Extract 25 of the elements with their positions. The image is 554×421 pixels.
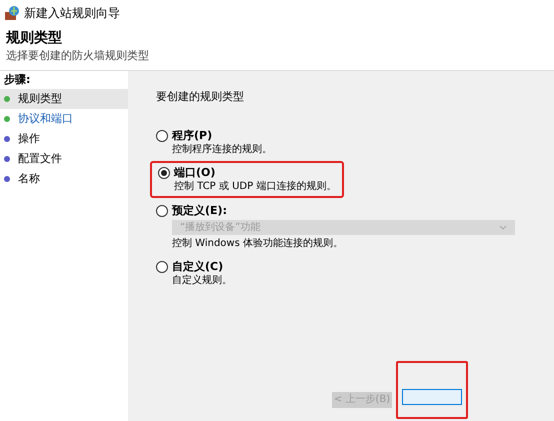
option-description: 控制程序连接的规则。	[172, 142, 273, 156]
firewall-icon	[4, 5, 20, 21]
option-label[interactable]: 自定义(C)	[172, 260, 224, 274]
step-item[interactable]: 协议和端口	[0, 109, 128, 129]
window-title: 新建入站规则向导	[24, 5, 120, 22]
option-label[interactable]: 程序(P)	[172, 128, 212, 142]
step-item[interactable]: 规则类型	[0, 89, 128, 109]
radio-button[interactable]	[156, 130, 168, 142]
option-label[interactable]: 预定义(E):	[172, 204, 227, 218]
next-button[interactable]	[402, 389, 462, 405]
radio-button[interactable]	[156, 260, 168, 272]
step-item[interactable]: 配置文件	[0, 149, 128, 169]
chevron-down-icon	[499, 224, 507, 230]
radio-button[interactable]	[156, 204, 168, 216]
option-description: 控制 Windows 体验功能连接的规则。	[172, 236, 344, 250]
steps-heading: 步骤:	[3, 72, 32, 88]
step-item[interactable]: 名称	[0, 169, 128, 189]
option-description: 控制 TCP 或 UDP 端口连接的规则。	[174, 180, 336, 192]
step-item[interactable]: 操作	[0, 129, 128, 149]
radio-button[interactable]	[158, 166, 170, 178]
option-description: 自定义规则。	[172, 274, 233, 286]
page-subtitle: 选择要创建的防火墙规则类型	[6, 48, 150, 64]
option-label[interactable]: 端口(O)	[174, 166, 216, 180]
prompt-text: 要创建的规则类型	[156, 89, 245, 105]
page-title: 规则类型	[6, 29, 63, 48]
